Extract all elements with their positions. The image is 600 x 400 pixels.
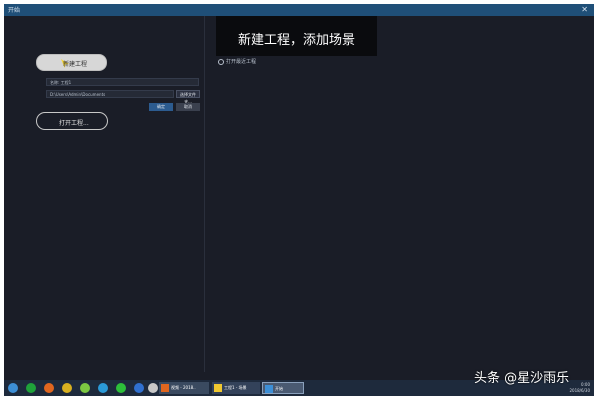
browse-button[interactable]: 选择文件夹...: [176, 90, 200, 104]
tool-icon[interactable]: [148, 383, 158, 393]
firefox-icon[interactable]: [44, 383, 54, 393]
title-bar: 开始 ✕: [4, 4, 594, 16]
browser-icon[interactable]: [26, 383, 36, 393]
system-clock[interactable]: 0:00 2018/6/30: [569, 382, 590, 394]
media-icon[interactable]: [98, 383, 108, 393]
watermark: 头条 @星沙雨乐: [474, 371, 570, 386]
chrome-icon[interactable]: [62, 383, 72, 393]
close-icon[interactable]: ✕: [581, 4, 588, 16]
app-icon[interactable]: [80, 383, 90, 393]
caption-text: 新建工程，添加场景: [237, 33, 355, 48]
new-project-button[interactable]: 新建工程: [36, 54, 107, 71]
open-project-button[interactable]: 打开工程...: [36, 112, 108, 130]
window-app-icon: [265, 385, 273, 393]
project-app-icon: [214, 384, 222, 392]
task-label: 开始: [275, 386, 283, 391]
new-project-label: 新建工程: [63, 61, 88, 68]
ok-button[interactable]: 确定: [149, 103, 173, 111]
clock-date: 2018/6/30: [569, 388, 590, 393]
task-video[interactable]: 视频 - 2018..: [159, 382, 209, 394]
bluetooth-icon[interactable]: [134, 383, 144, 393]
recent-icon: [218, 58, 224, 65]
task-project[interactable]: 工程1 - 场景: [212, 382, 260, 394]
project-path-value: D:\Users\Admin\Documents: [50, 92, 106, 97]
recent-label: 打开最近工程: [226, 59, 257, 65]
application-window: 开始 ✕ 新建工程 名称: 工程1 D:\Users\Admin\Documen…: [4, 4, 594, 396]
project-path-field[interactable]: D:\Users\Admin\Documents: [46, 90, 174, 98]
start-orb[interactable]: [8, 383, 18, 393]
caption-banner: 新建工程，添加场景: [216, 16, 377, 56]
recent-projects-link[interactable]: 打开最近工程: [218, 58, 256, 65]
task-label: 工程1 - 场景: [224, 385, 247, 390]
project-name-value: 名称: 工程1: [50, 80, 72, 85]
video-app-icon: [161, 384, 169, 392]
wechat-icon[interactable]: [116, 383, 126, 393]
window-title: 开始: [8, 7, 21, 14]
cancel-button[interactable]: 取消: [176, 103, 200, 111]
task-start-window[interactable]: 开始: [262, 382, 304, 394]
project-name-field[interactable]: 名称: 工程1: [46, 78, 199, 86]
panel-divider: [204, 16, 205, 372]
open-project-label: 打开工程...: [59, 120, 89, 127]
task-label: 视频 - 2018..: [171, 385, 196, 390]
